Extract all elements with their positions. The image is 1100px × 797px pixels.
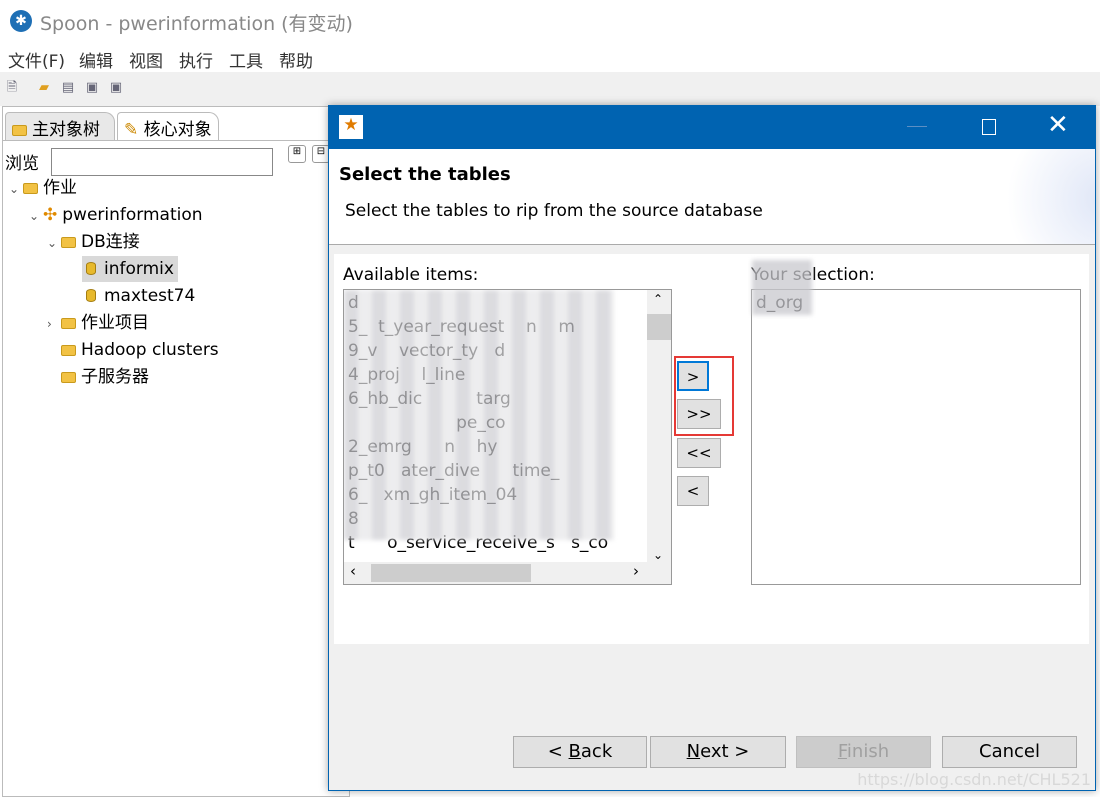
tab-label: 主对象树 (32, 120, 100, 140)
dialog-body: Available items: d5_ t_year_request n m9… (334, 254, 1089, 644)
close-button[interactable]: ✕ (1047, 110, 1069, 140)
vertical-scrollbar[interactable]: ⌃ ⌄ (647, 290, 671, 564)
chevron-right-icon[interactable]: › (47, 311, 61, 337)
tree-item-slave-servers[interactable]: 子服务器 (61, 364, 149, 390)
select-tables-dialog: ★ ✕ Select the tables Select the tables … (328, 105, 1096, 791)
scroll-right-icon[interactable]: › (633, 562, 639, 580)
folder-icon (61, 237, 76, 248)
menu-view[interactable]: 视图 (129, 47, 163, 72)
save-icon[interactable]: ▣ (84, 80, 100, 96)
menu-edit[interactable]: 编辑 (79, 47, 113, 72)
available-items-list[interactable]: d5_ t_year_request n m9_v vector_ty d4_p… (343, 289, 672, 585)
database-icon (86, 262, 96, 275)
tab-label: 核心对象 (143, 120, 212, 140)
browse-label: 浏览 (5, 154, 39, 174)
folder-icon (61, 372, 76, 383)
tree-item-pwerinformation[interactable]: ⌄ ✣ pwerinformation (29, 202, 203, 228)
tree-label: informix (104, 259, 174, 279)
tree-label: pwerinformation (62, 205, 203, 225)
folder-icon (61, 345, 76, 356)
explore-icon[interactable]: ▤ (60, 80, 76, 96)
tree-label: Hadoop clusters (81, 340, 219, 360)
expand-all-icon[interactable]: ⊞ (288, 145, 306, 163)
watermark: https://blog.csdn.net/CHL521 (857, 770, 1091, 789)
app-titlebar: ✱ Spoon - pwerinformation (有变动) (0, 0, 1100, 42)
database-icon (86, 289, 96, 302)
remove-all-button[interactable]: << (677, 438, 721, 468)
tree-item-job-entries[interactable]: › 作业项目 (47, 310, 149, 336)
scroll-left-icon[interactable]: ‹ (350, 562, 356, 580)
tree-label: DB连接 (81, 232, 140, 252)
remove-selected-button[interactable]: < (677, 476, 709, 506)
minimize-button[interactable] (907, 126, 927, 127)
new-file-icon[interactable]: 🗎 (4, 80, 20, 96)
save-as-icon[interactable]: ▣ (108, 80, 124, 96)
pixelated-redaction (344, 290, 614, 540)
tab-main-tree[interactable]: 主对象树 (5, 112, 115, 140)
tab-core-objects[interactable]: ✎ 核心对象 (117, 112, 219, 140)
folder-icon (23, 183, 38, 194)
menu-run[interactable]: 执行 (179, 47, 213, 72)
chevron-down-icon[interactable]: ⌄ (47, 230, 61, 256)
dialog-header: Select the tables Select the tables to r… (329, 149, 1095, 245)
available-items-label: Available items: (343, 265, 479, 285)
menu-tools[interactable]: 工具 (229, 47, 263, 72)
back-button[interactable]: < Back (513, 736, 647, 768)
dialog-heading: Select the tables (339, 164, 511, 185)
scroll-up-icon[interactable]: ⌃ (653, 292, 663, 306)
dialog-subheading: Select the tables to rip from the source… (345, 201, 763, 221)
highlight-box (674, 356, 734, 436)
menu-help[interactable]: 帮助 (279, 47, 313, 72)
tree-item-hadoop-clusters[interactable]: Hadoop clusters (61, 337, 219, 363)
tree-item-db-connections[interactable]: ⌄ DB连接 (47, 229, 140, 255)
toolbar: 🗎 ▰ ▤ ▣ ▣ (0, 72, 1100, 106)
cancel-button[interactable]: Cancel (942, 736, 1077, 768)
tree-label: maxtest74 (104, 286, 196, 306)
open-folder-icon[interactable]: ▰ (36, 80, 52, 96)
tree-label: 子服务器 (81, 367, 149, 387)
header-decoration (985, 149, 1095, 244)
next-button[interactable]: Next > (650, 736, 786, 768)
selection-list[interactable]: d_org (751, 260, 1081, 585)
job-icon: ✣ (43, 205, 58, 225)
magnifier-folder-icon (12, 125, 27, 136)
tree-item-maxtest74[interactable]: maxtest74 (86, 283, 195, 309)
menu-file[interactable]: 文件(F) (8, 47, 65, 72)
pixelated-redaction (752, 260, 812, 315)
app-title: Spoon - pwerinformation (有变动) (40, 13, 353, 35)
chevron-down-icon[interactable]: ⌄ (29, 203, 43, 229)
left-panel: 主对象树 ✎ 核心对象 浏览 ⊞ ⊟ ⌄ 作业 ⌄ ✣ pwerinformation… (2, 106, 350, 797)
spoon-logo-icon: ✱ (10, 10, 32, 32)
pencil-icon: ✎ (124, 120, 139, 140)
browse-input[interactable] (51, 148, 273, 176)
finish-button[interactable]: Finish (796, 736, 931, 768)
scroll-thumb[interactable] (647, 314, 671, 340)
maximize-button[interactable] (982, 119, 996, 135)
menu-bar: 文件(F) 编辑 视图 执行 工具 帮助 (0, 42, 1100, 72)
dialog-titlebar: ★ ✕ (329, 106, 1095, 149)
chevron-down-icon[interactable]: ⌄ (9, 176, 23, 202)
scroll-thumb[interactable] (371, 564, 531, 582)
tree-label: 作业项目 (81, 313, 149, 333)
tree-item-jobs[interactable]: ⌄ 作业 (9, 175, 77, 201)
horizontal-scrollbar[interactable]: ‹ › (344, 562, 671, 584)
scroll-down-icon[interactable]: ⌄ (653, 548, 663, 562)
wizard-wand-icon: ★ (339, 115, 363, 139)
folder-icon (61, 318, 76, 329)
tree-item-informix[interactable]: informix (82, 256, 178, 282)
tree-label: 作业 (43, 178, 77, 198)
